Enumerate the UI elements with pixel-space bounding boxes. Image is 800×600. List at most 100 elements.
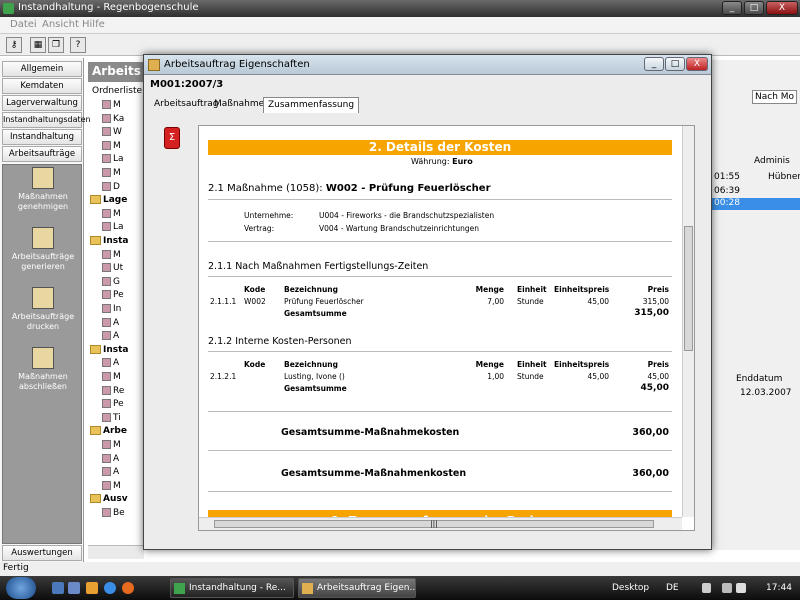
report-vertical-scrollbar[interactable]	[682, 126, 694, 517]
tree-item[interactable]: Lage	[90, 195, 127, 207]
tree-item[interactable]: La	[102, 222, 124, 234]
folder-icon[interactable]	[86, 582, 98, 594]
desktop-toolbar[interactable]: Desktop	[612, 583, 649, 593]
tree-item[interactable]: M	[102, 140, 121, 153]
folder-icon	[90, 426, 101, 436]
item-icon	[102, 317, 111, 327]
nav-kemdaten[interactable]: Kemdaten	[2, 78, 82, 94]
row-time-selected[interactable]: 00:28	[712, 198, 800, 210]
copy-icon[interactable]: ❐	[48, 37, 64, 53]
tree-item[interactable]: M	[102, 100, 121, 112]
tree-item-label: Lage	[103, 195, 128, 206]
lock-icon[interactable]	[702, 583, 711, 593]
tree-item-label: Insta	[103, 344, 129, 355]
tree-item[interactable]: Arbe	[90, 426, 127, 438]
key-icon[interactable]: ⚷	[6, 37, 22, 53]
dialog-minimize-button[interactable]: _	[644, 57, 664, 71]
tree-item[interactable]: Ti	[102, 412, 121, 425]
tree-item-label: M	[113, 249, 121, 260]
tree-item[interactable]: M	[102, 168, 121, 180]
dialog-close-button[interactable]: X	[686, 57, 708, 71]
tree-item[interactable]: Ut	[102, 263, 123, 275]
nach-button[interactable]: Nach Mo	[752, 90, 798, 104]
tool-auftraege-generieren[interactable]: Arbeitsaufträge generieren	[3, 227, 83, 272]
item-icon	[102, 412, 111, 422]
tree-item[interactable]: W	[102, 127, 122, 139]
tree-item[interactable]: Ka	[102, 113, 124, 126]
total-massnahmenkosten-label: Gesamtsumme-Maßnahmenkosten	[281, 468, 467, 479]
tree-item[interactable]: M	[102, 480, 121, 493]
folder-icon	[90, 494, 101, 504]
nav-auswertungen[interactable]: Auswertungen	[2, 545, 82, 561]
tree-item[interactable]: M	[102, 208, 121, 221]
tab-zusammenfassung[interactable]: Zusammenfassung	[263, 97, 360, 113]
item-icon	[102, 372, 111, 381]
tree-item[interactable]: Insta	[90, 344, 129, 357]
minimize-button[interactable]: _	[722, 1, 742, 15]
start-button[interactable]	[6, 577, 36, 599]
report-horizontal-scrollbar[interactable]: |||	[199, 517, 682, 530]
tree-item[interactable]: Pe	[102, 290, 124, 302]
tool-massnahmen-abschliessen[interactable]: Maßnahmen abschließen	[3, 347, 83, 392]
switch-windows-icon[interactable]	[68, 582, 80, 594]
tree-scrollbar[interactable]	[88, 545, 144, 559]
menu-datei[interactable]: Datei	[10, 19, 37, 30]
scroll-thumb[interactable]: |||	[214, 520, 654, 528]
nav-instandhaltungsdaten[interactable]: Instandhaltungsdaten	[2, 112, 91, 128]
tree-item[interactable]: M	[102, 372, 121, 384]
dialog-maximize-button[interactable]: □	[665, 57, 685, 71]
network-icon[interactable]	[722, 583, 732, 593]
tree-item[interactable]: Pe	[102, 399, 124, 411]
tree-item[interactable]: A	[102, 467, 119, 479]
nav-instandhaltung[interactable]: Instandhaltung	[2, 129, 82, 145]
task-arbeitsauftrag[interactable]: Arbeitsauftrag Eigen...	[298, 578, 416, 598]
divider	[208, 199, 672, 200]
tree-item[interactable]: G	[102, 276, 120, 289]
nav-lagerverwaltung[interactable]: Lagerverwaltung	[2, 95, 82, 111]
close-button[interactable]: X	[766, 1, 798, 15]
cell-einzelpreis: 45,00	[587, 297, 609, 306]
clock[interactable]: 17:44	[766, 583, 792, 593]
maximize-button[interactable]: □	[744, 1, 764, 15]
tree-item[interactable]: In	[102, 304, 121, 316]
item-icon	[102, 304, 111, 313]
sum-icon[interactable]: Σ	[164, 127, 180, 149]
help-icon[interactable]: ?	[70, 37, 86, 53]
menu-hilfe[interactable]: Hilfe	[82, 19, 105, 30]
folder-icon	[90, 236, 101, 245]
close-task-icon	[32, 347, 54, 369]
unternehmen-value: U004 - Fireworks - die Brandschutzspezia…	[319, 211, 495, 220]
scroll-thumb[interactable]	[684, 226, 693, 351]
tree-item[interactable]: A	[102, 331, 119, 343]
language-indicator[interactable]: DE	[666, 583, 679, 593]
internet-explorer-icon[interactable]	[104, 582, 116, 594]
tree-item[interactable]: Re	[102, 385, 124, 398]
tree-item[interactable]: D	[102, 181, 120, 194]
tree-item[interactable]: La	[102, 154, 124, 166]
tool-massnahmen-genehmigen[interactable]: Maßnahmen genehmigen	[3, 167, 83, 212]
show-desktop-icon[interactable]	[52, 582, 64, 594]
task-instandhaltung[interactable]: Instandhaltung - Re...	[170, 578, 294, 598]
tree-item[interactable]: A	[102, 317, 119, 330]
tree-item[interactable]: M	[102, 440, 121, 452]
tree-item-label: M	[113, 480, 121, 491]
divider	[208, 491, 672, 492]
tree-item-label: La	[113, 154, 124, 165]
sum-value: 45,00	[640, 383, 669, 393]
status-bar: Fertig	[0, 562, 800, 576]
nav-arbeitsauftraege[interactable]: Arbeitsaufträge	[2, 146, 82, 162]
tree-item[interactable]: Insta	[90, 236, 129, 248]
tree-item[interactable]: M	[102, 249, 121, 262]
cell-bezeichnung: Prüfung Feuerlöscher	[284, 297, 364, 306]
tree-item[interactable]: Be	[102, 508, 125, 520]
menu-ansicht[interactable]: Ansicht	[42, 19, 79, 30]
tree-item[interactable]: A	[102, 453, 119, 466]
properties-icon[interactable]: ▦	[30, 37, 46, 53]
item-icon	[102, 508, 111, 517]
nav-allgemein[interactable]: Allgemein	[2, 61, 82, 77]
tool-auftraege-drucken[interactable]: Arbeitsaufträge drucken	[3, 287, 83, 332]
firefox-icon[interactable]	[122, 582, 134, 594]
tree-item[interactable]: Ausv	[90, 494, 128, 506]
volume-icon[interactable]	[736, 583, 746, 593]
tree-item[interactable]: A	[102, 358, 119, 370]
